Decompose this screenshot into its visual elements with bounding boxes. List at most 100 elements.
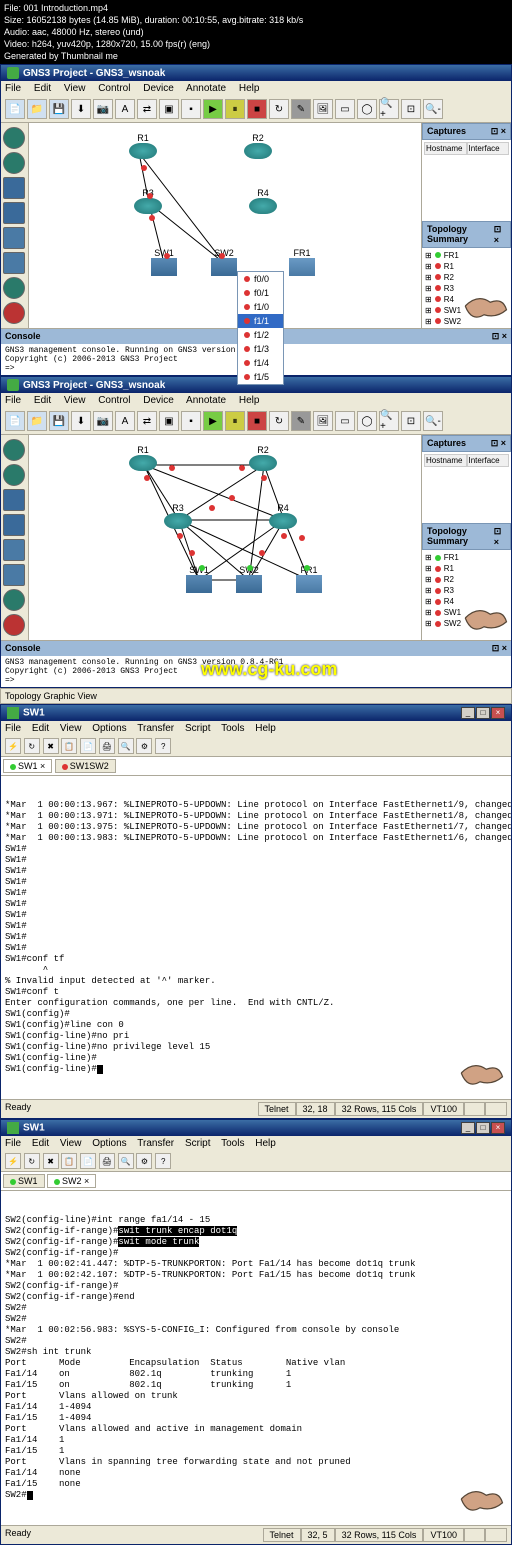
console-button[interactable]: ▣: [159, 99, 179, 119]
topo-item[interactable]: ⊞R1: [424, 261, 509, 272]
terminal-output[interactable]: *Mar 1 00:00:13.967: %LINEPROTO-5-UPDOWN…: [1, 776, 511, 1099]
note-button[interactable]: ✎: [291, 411, 311, 431]
ctx-item-selected[interactable]: f1/1: [238, 314, 283, 328]
close-button[interactable]: ×: [491, 707, 505, 719]
ellipse-button[interactable]: ◯: [357, 411, 377, 431]
print-button[interactable]: 🖨: [99, 1153, 115, 1169]
menu-annotate[interactable]: Annotate: [186, 83, 226, 94]
host-tool[interactable]: [3, 539, 25, 561]
host-tool[interactable]: [3, 227, 25, 249]
device-sw1[interactable]: SW1: [151, 248, 177, 276]
ctx-item[interactable]: f0/0: [238, 272, 283, 286]
cloud-tool[interactable]: [3, 252, 25, 274]
show-labels-button[interactable]: A: [115, 411, 135, 431]
captures-header[interactable]: Captures⊡ ×: [422, 435, 511, 452]
menubar[interactable]: File Edit View Options Transfer Script T…: [1, 1136, 511, 1151]
zoom-out-button[interactable]: 🔍-: [423, 411, 443, 431]
menu-edit[interactable]: Edit: [32, 723, 49, 734]
menu-view[interactable]: View: [60, 1138, 82, 1149]
menu-view[interactable]: View: [60, 723, 82, 734]
disconnect-button[interactable]: ✖: [43, 1153, 59, 1169]
reload-button[interactable]: ↻: [269, 411, 289, 431]
console-button[interactable]: ▣: [159, 411, 179, 431]
menu-edit[interactable]: Edit: [34, 395, 51, 406]
router-tool[interactable]: [3, 127, 25, 149]
menu-edit[interactable]: Edit: [34, 83, 51, 94]
menu-device[interactable]: Device: [143, 83, 174, 94]
fr-tool[interactable]: [3, 202, 25, 224]
ellipse-button[interactable]: ◯: [357, 99, 377, 119]
switch-tool[interactable]: [3, 489, 25, 511]
cancel-tool[interactable]: [3, 302, 25, 324]
menu-options[interactable]: Options: [92, 1138, 126, 1149]
topo-item[interactable]: ⊞R1: [424, 563, 509, 574]
menu-options[interactable]: Options: [92, 723, 126, 734]
new-button[interactable]: 📄: [5, 411, 25, 431]
zoom-out-button[interactable]: 🔍-: [423, 99, 443, 119]
export-button[interactable]: ⬇: [71, 99, 91, 119]
topo-item[interactable]: ⊞R3: [424, 585, 509, 596]
menubar[interactable]: File Edit View Control Device Annotate H…: [1, 393, 511, 408]
topology-header[interactable]: Topology Summary⊡ ×: [422, 221, 511, 248]
router-tool[interactable]: [3, 439, 25, 461]
menu-device[interactable]: Device: [143, 395, 174, 406]
router-fw-tool[interactable]: [3, 464, 25, 486]
ctx-item[interactable]: f1/0: [238, 300, 283, 314]
menu-file[interactable]: File: [5, 1138, 21, 1149]
zoom-reset-button[interactable]: ⊡: [401, 411, 421, 431]
terminal-output[interactable]: SW2(config-line)#int range fa1/14 - 15SW…: [1, 1191, 511, 1525]
help-button[interactable]: ?: [155, 738, 171, 754]
device-r2[interactable]: R2: [244, 133, 272, 159]
menu-edit[interactable]: Edit: [32, 1138, 49, 1149]
pause-button[interactable]: ⏸: [225, 99, 245, 119]
show-ports-button[interactable]: ⇄: [137, 411, 157, 431]
router-fw-tool[interactable]: [3, 152, 25, 174]
menu-file[interactable]: File: [5, 83, 21, 94]
open-button[interactable]: 📁: [27, 99, 47, 119]
rect-button[interactable]: ▭: [335, 411, 355, 431]
rect-button[interactable]: ▭: [335, 99, 355, 119]
device-r1[interactable]: R1: [129, 133, 157, 159]
snapshot-button[interactable]: 📷: [93, 99, 113, 119]
maximize-button[interactable]: □: [476, 707, 490, 719]
show-ports-button[interactable]: ⇄: [137, 99, 157, 119]
device-r3[interactable]: R3: [164, 503, 192, 529]
topo-item[interactable]: ⊞R2: [424, 272, 509, 283]
terminal-button[interactable]: ▪: [181, 411, 201, 431]
topo-item[interactable]: ⊞R2: [424, 574, 509, 585]
copy-button[interactable]: 📋: [61, 1153, 77, 1169]
menu-control[interactable]: Control: [98, 83, 130, 94]
reconnect-button[interactable]: ↻: [24, 738, 40, 754]
titlebar[interactable]: SW1 _ □ ×: [1, 705, 511, 721]
menu-tools[interactable]: Tools: [221, 1138, 244, 1149]
device-r1[interactable]: R1: [129, 445, 157, 471]
device-sw2[interactable]: SW2: [211, 248, 237, 276]
link-tool[interactable]: [3, 589, 25, 611]
switch-tool[interactable]: [3, 177, 25, 199]
disconnect-button[interactable]: ✖: [43, 738, 59, 754]
menu-script[interactable]: Script: [185, 1138, 211, 1149]
ctx-item[interactable]: f1/2: [238, 328, 283, 342]
menu-help[interactable]: Help: [255, 1138, 276, 1149]
ctx-item[interactable]: f1/5: [238, 370, 283, 384]
reconnect-button[interactable]: ↻: [24, 1153, 40, 1169]
ctx-item[interactable]: f1/4: [238, 356, 283, 370]
paste-button[interactable]: 📄: [80, 738, 96, 754]
topology-header[interactable]: Topology Summary⊡ ×: [422, 523, 511, 550]
topology-canvas-2[interactable]: R1 R2 R3 R4 SW1 SW2: [29, 435, 421, 635]
connect-button[interactable]: ⚡: [5, 1153, 21, 1169]
console-body[interactable]: GNS3 management console. Running on GNS3…: [1, 656, 511, 687]
col-interface[interactable]: Interface: [467, 142, 510, 155]
menu-control[interactable]: Control: [98, 395, 130, 406]
menubar[interactable]: File Edit View Options Transfer Script T…: [1, 721, 511, 736]
cancel-tool[interactable]: [3, 614, 25, 636]
pause-button[interactable]: ⏸: [225, 411, 245, 431]
save-button[interactable]: 💾: [49, 99, 69, 119]
connect-button[interactable]: ⚡: [5, 738, 21, 754]
find-button[interactable]: 🔍: [118, 738, 134, 754]
menu-file[interactable]: File: [5, 723, 21, 734]
menubar[interactable]: File Edit View Control Device Annotate H…: [1, 81, 511, 96]
note-button[interactable]: ✎: [291, 99, 311, 119]
minimize-button[interactable]: _: [461, 1122, 475, 1134]
help-button[interactable]: ?: [155, 1153, 171, 1169]
